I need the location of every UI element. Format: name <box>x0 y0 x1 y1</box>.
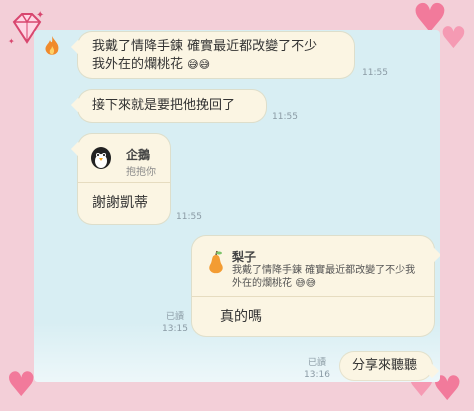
reply-quoted-line: 外在的爛桃花 <box>232 278 292 289</box>
reply-quoted-line: 我戴了情降手鍊 確實最近都改變了不少我 <box>232 265 416 276</box>
message-time: 11:55 <box>272 112 298 122</box>
message-time: 11:55 <box>362 68 388 78</box>
chat-area[interactable]: 我戴了情降手鍊 確實最近都改變了不少 我外在的爛桃花 😅😅 11:55 接下來就… <box>34 30 440 382</box>
read-status: 已讀 <box>308 358 327 368</box>
heart-icon: ♥ <box>440 21 467 56</box>
reply-divider <box>192 296 434 297</box>
message-text: 接下來就是要把他挽回了 <box>92 98 236 113</box>
message-text: 謝謝凱蒂 <box>92 195 148 211</box>
reply-message-bubble[interactable]: 企鵝 抱抱你 謝謝凱蒂 <box>78 134 170 224</box>
message-text: 我戴了情降手鍊 確實最近都改變了不少 <box>92 39 318 54</box>
message-text: 真的嗎 <box>220 309 262 325</box>
message-text: 分享來聽聽 <box>352 358 418 373</box>
message-time: 13:15 <box>162 324 188 334</box>
message-bubble[interactable]: 我戴了情降手鍊 確實最近都改變了不少 我外在的爛桃花 😅😅 <box>78 32 354 78</box>
reply-message-bubble[interactable]: 梨子 我戴了情降手鍊 確實最近都改變了不少我 外在的爛桃花 😅😅 真的嗎 <box>192 236 434 336</box>
reply-divider <box>78 182 170 183</box>
fire-icon <box>45 36 59 55</box>
reply-sender-name: 企鵝 <box>126 148 151 162</box>
message-text: 我外在的爛桃花 <box>92 57 184 72</box>
message-time: 11:55 <box>176 212 202 222</box>
message-time: 13:16 <box>304 370 330 380</box>
svg-text:✦: ✦ <box>36 10 44 21</box>
svg-text:✦: ✦ <box>8 37 15 46</box>
sweat-smile-emoji: 😅😅 <box>295 278 317 289</box>
pear-icon <box>209 250 223 274</box>
penguin-icon <box>91 147 111 169</box>
sweat-smile-emoji: 😅😅 <box>187 58 211 71</box>
message-bubble[interactable]: 接下來就是要把他挽回了 <box>78 90 266 122</box>
message-bubble[interactable]: 分享來聽聽 <box>340 352 432 380</box>
heart-icon: ♥ <box>6 365 37 405</box>
reply-quoted-text: 我戴了情降手鍊 確實最近都改變了不少我 外在的爛桃花 😅😅 <box>232 264 415 290</box>
reply-quoted-text: 抱抱你 <box>126 167 156 178</box>
read-status: 已讀 <box>166 312 185 322</box>
